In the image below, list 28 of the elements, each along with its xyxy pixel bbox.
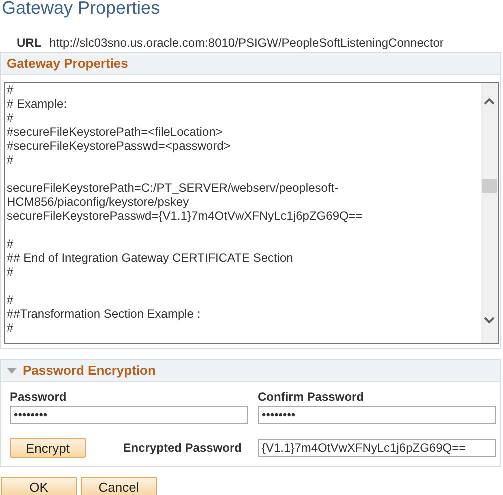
text-line: secureFileKeystorePasswd={V1.1}7m4OtVwXFNyLc1j6pZG69Q== (7, 209, 363, 223)
url-value: http://slc03sno.us.oracle.com:8010/PSIGW/PeopleSoftListeningConnector (50, 36, 444, 50)
text-line: ##Transformation Section Example : (7, 307, 201, 321)
text-line: # (7, 293, 14, 307)
encrypted-password-field[interactable]: {V1.1}7m4OtVwXFNyLc1j6pZG69Q== (258, 439, 496, 457)
text-line: # (7, 265, 14, 279)
section-title: Password Encryption (23, 363, 156, 378)
section-title: Gateway Properties (7, 56, 128, 71)
confirm-password-field[interactable]: •••••••• (258, 406, 496, 424)
text-line: # (7, 321, 14, 335)
text-line: # (7, 237, 14, 251)
text-line: # (7, 153, 14, 167)
text-line: #secureFileKeystorePath=<fileLocation> (7, 125, 223, 139)
field-label: Password (10, 390, 68, 406)
text-line: # (7, 111, 14, 125)
field-label: Encrypted Password (123, 441, 242, 455)
encrypt-button[interactable]: Encrypt (10, 438, 86, 458)
url-label: URL (17, 36, 42, 50)
caret-icon[interactable] (7, 368, 17, 374)
text-line: # (7, 83, 14, 97)
text-line: #secureFileKeystorePasswd=<password> (7, 139, 231, 153)
password-field[interactable]: •••••••• (10, 406, 248, 424)
field-label: Confirm Password (258, 390, 366, 406)
text-line: ## End of Integration Gateway CERTIFICATE Section (7, 251, 294, 265)
null[interactable]: Cancel (81, 477, 157, 495)
page-title: Gateway Properties (1, 0, 162, 20)
text-line: # Example: (7, 97, 68, 111)
null[interactable]: OK (1, 477, 77, 495)
